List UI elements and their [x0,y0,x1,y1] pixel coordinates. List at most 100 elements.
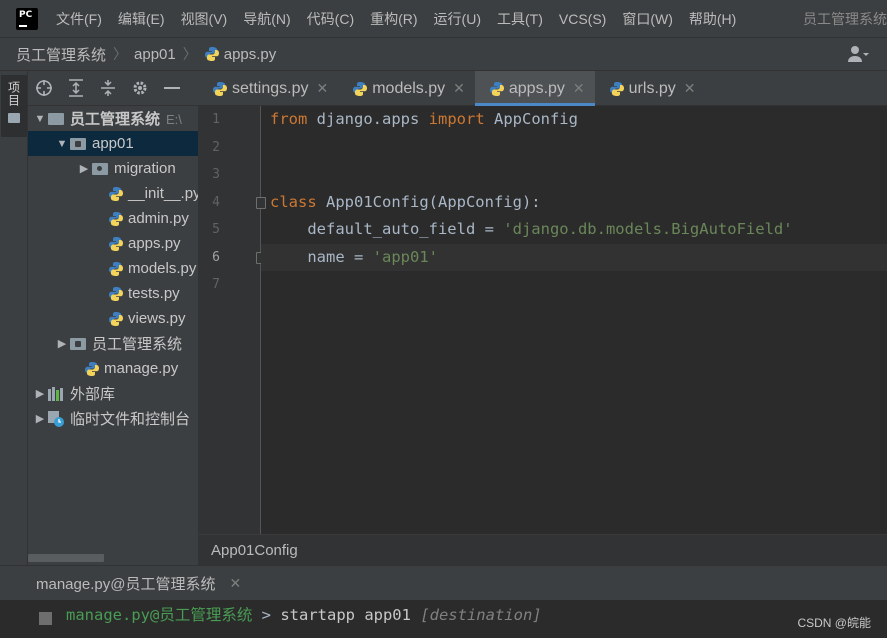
chevron-right-icon[interactable]: ▶ [32,387,48,400]
close-icon[interactable]: ✕ [684,80,696,97]
menu-view[interactable]: 视图(V) [181,9,228,29]
breadcrumb-folder[interactable]: app01 [134,46,176,63]
chevron-right-icon[interactable]: ▶ [54,337,70,350]
tree-item-views[interactable]: views.py [28,306,198,331]
line-number: 7 [212,277,220,292]
python-file-icon [213,81,227,96]
stop-icon[interactable] [39,612,52,625]
terminal-body[interactable]: manage.py@员工管理系统 > startapp app01 [desti… [0,600,887,638]
code-editor[interactable]: 1 2 3 4 5 6 7 from django.apps import Ap… [198,106,887,534]
close-icon[interactable]: ✕ [316,80,328,97]
tree-item-models[interactable]: models.py [28,256,198,281]
pycharm-logo-icon: PC [13,4,41,33]
tab-models[interactable]: models.py ✕ [338,71,475,106]
tree-label: models.py [128,260,197,277]
tree-item-project-package[interactable]: ▶ 员工管理系统 [28,331,198,356]
tab-urls[interactable]: urls.py ✕ [595,71,706,106]
close-icon[interactable]: ✕ [229,575,241,592]
terminal-tab[interactable]: manage.py@员工管理系统 [36,573,215,594]
tree-label: tests.py [128,285,180,302]
fold-marker-icon[interactable] [256,197,266,209]
line-number: 4 [212,195,220,210]
code-keyword: class [270,193,317,211]
code-text: App01Config(AppConfig): [316,193,541,211]
python-file-icon [109,261,123,276]
tree-label: app01 [92,135,134,152]
structure-breadcrumb[interactable]: App01Config [198,534,887,565]
breadcrumb-project[interactable]: 员工管理系统 [16,44,106,65]
left-tool-stripe: 项目 [0,71,28,565]
tree-label: admin.py [128,210,189,227]
scratches-icon [48,410,64,427]
user-icon[interactable] [847,45,869,63]
tab-label: urls.py [628,79,676,97]
tree-item-manage[interactable]: manage.py [28,356,198,381]
tree-label: 员工管理系统 E:\ [70,111,182,128]
chevron-down-icon[interactable]: ▼ [54,138,70,150]
minimize-icon[interactable] [162,78,182,98]
code-line-1: from django.apps import AppConfig [270,106,578,133]
terminal-prompt[interactable]: manage.py@员工管理系统 > startapp app01 [desti… [66,604,542,626]
breadcrumb-file[interactable]: apps.py [224,46,277,63]
menu-navigate[interactable]: 导航(N) [243,9,290,29]
python-file-icon [109,236,123,251]
tree-item-project-root[interactable]: ▼ 员工管理系统 E:\ [28,106,198,131]
tab-label: models.py [372,79,446,97]
code-line-6: name = 'app01' [270,244,438,271]
code-string: 'app01' [372,248,438,266]
code-keyword: import [428,110,485,128]
tree-item-scratches[interactable]: ▶ 临时文件和控制台 [28,406,198,431]
tree-item-apps[interactable]: apps.py [28,231,198,256]
code-keyword: from [270,110,308,128]
module-folder-icon [70,137,86,150]
tree-item-migrations[interactable]: ▶ migration [28,156,198,181]
close-icon[interactable]: ✕ [453,80,465,97]
tree-item-app01[interactable]: ▼ app01 [28,131,198,156]
menu-vcs[interactable]: VCS(S) [559,11,606,27]
menu-bar: PC 文件(F) 编辑(E) 视图(V) 导航(N) 代码(C) 重构(R) 运… [0,0,887,37]
terminal-header: manage.py@员工管理系统 ✕ [0,565,887,600]
tree-label: manage.py [104,360,179,377]
code-text: name = [270,248,373,266]
chevron-down-icon[interactable]: ▼ [32,113,48,125]
module-folder-icon [70,337,86,350]
close-icon[interactable]: ✕ [573,80,585,97]
tree-item-tests[interactable]: tests.py [28,281,198,306]
horizontal-scrollbar[interactable] [28,554,104,562]
tree-item-admin[interactable]: admin.py [28,206,198,231]
python-file-icon [489,81,504,96]
locate-icon[interactable] [34,78,54,98]
menu-code[interactable]: 代码(C) [307,9,354,29]
tree-item-init[interactable]: __init__.py [28,181,198,206]
package-folder-icon [92,162,108,175]
folder-icon [8,113,20,123]
code-string: 'django.db.models.BigAutoField' [503,220,793,238]
gear-icon[interactable] [130,78,150,98]
menu-file[interactable]: 文件(F) [56,9,102,29]
project-toolbar [28,71,198,106]
collapse-all-icon[interactable] [98,78,118,98]
tree-label: migration [114,160,176,177]
python-file-icon [609,81,624,96]
expand-all-icon[interactable] [66,78,86,98]
code-text: AppConfig [484,110,578,128]
tab-settings[interactable]: settings.py ✕ [198,71,338,106]
breadcrumb: 员工管理系统 〉 app01 〉 apps.py [0,37,887,71]
tree-label: 员工管理系统 [92,336,183,353]
menu-window[interactable]: 窗口(W) [622,9,673,29]
menu-help[interactable]: 帮助(H) [689,9,736,29]
menu-tools[interactable]: 工具(T) [497,9,543,29]
menu-refactor[interactable]: 重构(R) [370,9,417,29]
chevron-right-icon[interactable]: ▶ [32,412,48,425]
chevron-right-icon[interactable]: ▶ [76,162,92,175]
tree-item-external-libraries[interactable]: ▶ 外部库 [28,381,198,406]
tab-apps[interactable]: apps.py ✕ [474,71,595,106]
line-number: 2 [212,140,220,155]
python-file-icon [109,211,123,226]
line-number-current: 6 [212,250,220,265]
project-tool-button[interactable]: 项目 [1,75,27,137]
menu-edit[interactable]: 编辑(E) [118,9,165,29]
window-title: 员工管理系统 [803,11,887,27]
tree-label: views.py [128,310,186,327]
menu-run[interactable]: 运行(U) [434,9,481,29]
